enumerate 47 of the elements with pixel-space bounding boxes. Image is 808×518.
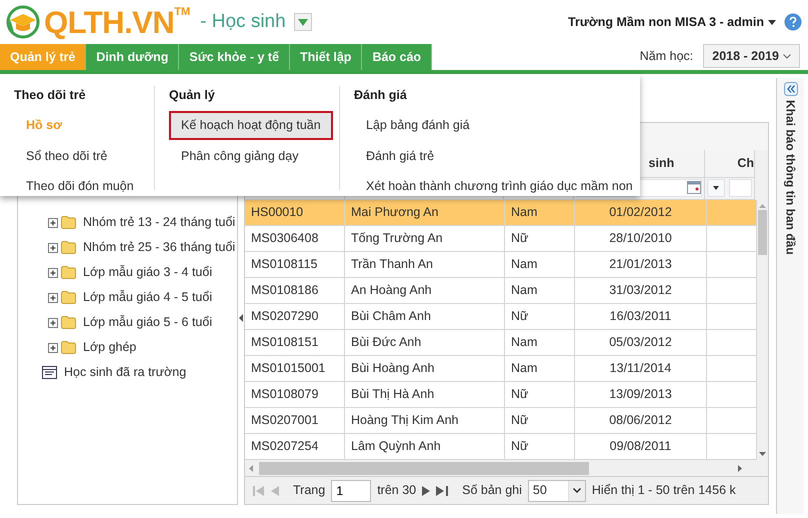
table-cell: MS0108186	[245, 278, 345, 304]
table-cell: Nữ	[505, 382, 575, 408]
table-cell: HS00010	[245, 200, 345, 226]
trademark-mark: TM	[174, 5, 190, 20]
table-cell: 05/03/2012	[575, 330, 707, 356]
table-cell: Nữ	[505, 304, 575, 330]
page-size-label: Số bản ghi	[462, 482, 522, 500]
table-cell: Bùi Thị Hà Anh	[345, 382, 505, 408]
table-cell: MS01015001	[245, 356, 345, 382]
table-cell: Bùi Châm Anh	[345, 304, 505, 330]
school-year-label: Năm học:	[640, 48, 694, 65]
table-cell: Nữ	[505, 226, 575, 252]
module-title: - Học sinh	[200, 10, 286, 34]
table-cell: Nam	[505, 252, 575, 278]
menu-heading: Đánh giá	[354, 87, 408, 104]
table-cell: An Hoàng Anh	[345, 278, 505, 304]
table-cell: Nam	[505, 330, 575, 356]
table-cell: 28/10/2010	[575, 226, 707, 252]
table-cell: Trần Thanh An	[345, 252, 505, 278]
table-cell: 08/06/2012	[575, 408, 707, 434]
table-cell: Nam	[505, 200, 575, 226]
table-cell: MS0207290	[245, 304, 345, 330]
table-cell: 31/03/2012	[575, 278, 707, 304]
table-cell: Bùi Đức Anh	[345, 330, 505, 356]
record-summary: Hiển thị 1 - 50 trên 1456 k	[592, 482, 736, 500]
logo-text: QLTH.VN	[44, 6, 174, 38]
table-cell: Nam	[505, 356, 575, 382]
table-cell: Nữ	[505, 408, 575, 434]
table-cell: Hoàng Thị Kim Anh	[345, 408, 505, 434]
table-cell: 13/11/2014	[575, 356, 707, 382]
table-cell: Mai Phương An	[345, 200, 505, 226]
table-cell: MS0207001	[245, 408, 345, 434]
table-cell: MS0108079	[245, 382, 345, 408]
menu-heading: Quản lý	[169, 87, 216, 104]
page-count: trên 30	[377, 482, 416, 500]
table-cell: MS0108151	[245, 330, 345, 356]
table-cell: MS0306408	[245, 226, 345, 252]
menu-heading: Theo dõi trẻ	[14, 87, 87, 104]
page-label: Trang	[293, 482, 326, 500]
table-cell: Tống Trường An	[345, 226, 505, 252]
table-cell: Nam	[505, 278, 575, 304]
table-cell: 13/09/2013	[575, 382, 707, 408]
table-cell: 21/01/2013	[575, 252, 707, 278]
table-cell: 16/03/2011	[575, 304, 707, 330]
table-cell: MS0108115	[245, 252, 345, 278]
table-cell: 01/02/2012	[575, 200, 707, 226]
table-cell: Bùi Hoàng Anh	[345, 356, 505, 382]
